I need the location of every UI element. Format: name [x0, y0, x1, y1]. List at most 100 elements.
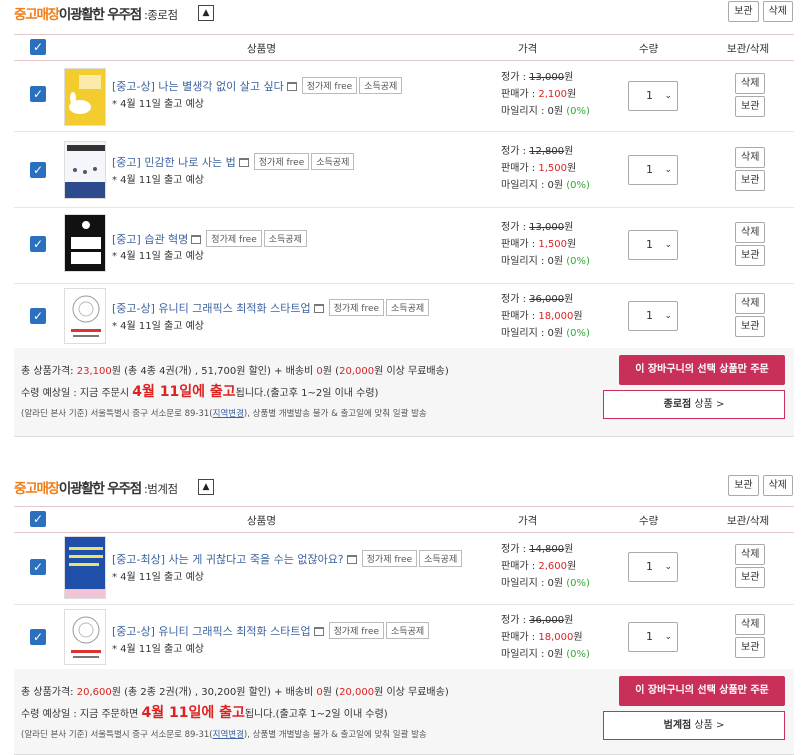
section-header: 중고매장이광활한 우주점:범계점 ▲ 보관 삭제 [0, 474, 802, 504]
item-checkbox[interactable]: ✓ [30, 308, 46, 324]
price-info: 정가 : 36,000원 판매가 : 18,000원 마일리지 : 0원 (0%… [501, 615, 590, 660]
table-row: ✓ [중고-상] 유니티 그래픽스 최적화 스타트업 정가제 free 소득공제 *… [14, 284, 794, 348]
keep-all-button[interactable]: 보관 [728, 475, 759, 496]
col-qty: 수량 [639, 515, 659, 527]
list-price: 14,800 [529, 544, 565, 555]
chevron-down-icon: ⌄ [664, 91, 672, 101]
delivery-line: 수령 예상일 : 지금 주문시 4월 11일에 출고됩니다.(출고후 1~2일 … [21, 384, 379, 400]
price-info: 정가 : 12,800원 판매가 : 1,500원 마일리지 : 0원 (0%) [501, 146, 590, 191]
keep-item-button[interactable]: 보관 [735, 567, 766, 588]
keep-item-button[interactable]: 보관 [735, 96, 766, 117]
address-line: (알라딘 본사 기준) 서울특별시 중구 서소문로 89-31(지역변경), 상… [21, 409, 427, 419]
store-products-button[interactable]: 범계점 상품 > [603, 711, 785, 740]
delete-item-button[interactable]: 삭제 [735, 73, 766, 94]
quantity-select[interactable]: 1 ⌄ [628, 230, 678, 260]
keep-item-button[interactable]: 보관 [735, 245, 766, 266]
chevron-down-icon: ⌄ [664, 632, 672, 642]
table-row: ✓ [중고] 습관 혁명 정가제 free 소득공제 * 4월 11일 출고 예상 … [14, 208, 794, 284]
change-region-link[interactable]: 지역변경 [213, 409, 244, 419]
order-summary: 총 상품가격: 20,600원 (총 2종 2권(개) , 30,200원 할인… [14, 669, 794, 755]
book-cover[interactable] [64, 288, 106, 344]
chevron-down-icon: ⌄ [664, 562, 672, 572]
store-title: 중고매장이광활한 우주점:종로점 [14, 3, 178, 23]
brand-name: 이광활한 우주점 [58, 7, 142, 23]
order-selected-button[interactable]: 이 장바구니의 선택 상품만 주문 [619, 355, 785, 385]
item-checkbox[interactable]: ✓ [30, 86, 46, 102]
store-products-button[interactable]: 종로점 상품 > [603, 390, 785, 419]
quantity-select[interactable]: 1 ⌄ [628, 81, 678, 111]
chevron-down-icon: ⌄ [664, 311, 672, 321]
ship-estimate: * 4월 11일 출고 예상 [112, 251, 205, 262]
order-selected-button[interactable]: 이 장바구니의 선택 상품만 주문 [619, 676, 785, 706]
table-row: ✓ [중고-상] 유니티 그래픽스 최적화 스타트업 정가제 free 소득공제 *… [14, 605, 794, 669]
item-title-link[interactable]: [중고-상] 나는 별생각 없이 살고 싶다 정가제 free 소득공제 [112, 77, 403, 94]
change-region-link[interactable]: 지역변경 [213, 730, 244, 740]
book-cover[interactable] [64, 141, 106, 199]
col-qty: 수량 [639, 43, 659, 55]
store-section-beomgye: 중고매장이광활한 우주점:범계점 ▲ 보관 삭제 ✓ 상품명 가격 수량 보관/… [0, 474, 802, 755]
list-price: 36,000 [529, 294, 565, 305]
item-title-link[interactable]: [중고] 민감한 나로 사는 법 정가제 free 소득공제 [112, 153, 355, 170]
table-header: ✓ 상품명 가격 수량 보관/삭제 [14, 35, 794, 61]
book-cover[interactable] [64, 536, 106, 599]
table-row: ✓ [중고-상] 나는 별생각 없이 살고 싶다 정가제 free 소득공제 * 4… [14, 61, 794, 132]
new-window-icon[interactable] [238, 158, 249, 167]
item-title-link[interactable]: [중고-상] 유니티 그래픽스 최적화 스타트업 정가제 free 소득공제 [112, 622, 430, 639]
delete-item-button[interactable]: 삭제 [735, 222, 766, 243]
new-window-icon[interactable] [346, 555, 357, 564]
keep-item-button[interactable]: 보관 [735, 316, 766, 337]
brand-label: 중고매장 [14, 7, 60, 23]
total-line: 총 상품가격: 20,600원 (총 2종 2권(개) , 30,200원 할인… [21, 687, 449, 698]
quantity-select[interactable]: 1 ⌄ [628, 155, 678, 185]
brand-label: 중고매장 [14, 481, 60, 497]
item-title-link[interactable]: [중고-최상] 사는 게 귀찮다고 죽을 수는 없잖아요? 정가제 free 소득공… [112, 550, 463, 567]
new-window-icon[interactable] [313, 304, 324, 313]
keep-item-button[interactable]: 보관 [735, 170, 766, 191]
sale-price: 1,500 [538, 163, 567, 174]
keep-item-button[interactable]: 보관 [735, 637, 766, 658]
list-price: 13,000 [529, 72, 565, 83]
delete-all-button[interactable]: 삭제 [762, 1, 793, 22]
ship-estimate: * 4월 11일 출고 예상 [112, 321, 205, 332]
book-cover[interactable] [64, 68, 106, 126]
item-checkbox[interactable]: ✓ [30, 629, 46, 645]
store-section-jongro: 중고매장이광활한 우주점:종로점 ▲ 보관 삭제 ✓ 상품명 가격 수량 보관/… [0, 0, 802, 440]
item-checkbox[interactable]: ✓ [30, 559, 46, 575]
item-title-link[interactable]: [중고] 습관 혁명 정가제 free 소득공제 [112, 230, 307, 247]
collapse-toggle-icon[interactable]: ▲ [198, 5, 214, 21]
table-row: ✓ [중고-최상] 사는 게 귀찮다고 죽을 수는 없잖아요? 정가제 free 소… [14, 533, 794, 605]
list-price: 36,000 [529, 615, 565, 626]
col-action: 보관/삭제 [727, 515, 770, 527]
delete-item-button[interactable]: 삭제 [735, 544, 766, 565]
price-info: 정가 : 14,800원 판매가 : 2,600원 마일리지 : 0원 (0%) [501, 544, 590, 589]
select-all-checkbox[interactable]: ✓ [30, 511, 46, 527]
collapse-toggle-icon[interactable]: ▲ [198, 479, 214, 495]
sale-price: 18,000 [538, 632, 574, 643]
delivery-line: 수령 예상일 : 지금 주문하면 4월 11일에 출고됩니다.(출고후 1~2일… [21, 705, 388, 721]
keep-all-button[interactable]: 보관 [728, 1, 759, 22]
delete-all-button[interactable]: 삭제 [762, 475, 793, 496]
book-cover[interactable] [64, 609, 106, 665]
quantity-select[interactable]: 1 ⌄ [628, 301, 678, 331]
quantity-select[interactable]: 1 ⌄ [628, 622, 678, 652]
new-window-icon[interactable] [286, 82, 297, 91]
new-window-icon[interactable] [313, 627, 324, 636]
select-all-checkbox[interactable]: ✓ [30, 39, 46, 55]
item-checkbox[interactable]: ✓ [30, 162, 46, 178]
col-price: 가격 [518, 43, 538, 55]
item-title-link[interactable]: [중고-상] 유니티 그래픽스 최적화 스타트업 정가제 free 소득공제 [112, 299, 430, 316]
tag-tax-deduction: 소득공제 [263, 230, 307, 247]
delete-item-button[interactable]: 삭제 [735, 147, 766, 168]
delete-item-button[interactable]: 삭제 [735, 293, 766, 314]
delete-item-button[interactable]: 삭제 [735, 614, 766, 635]
quantity-select[interactable]: 1 ⌄ [628, 552, 678, 582]
branch-name: :종로점 [143, 8, 178, 22]
item-checkbox[interactable]: ✓ [30, 236, 46, 252]
brand-name: 이광활한 우주점 [58, 481, 142, 497]
list-price: 13,000 [529, 222, 565, 233]
ship-estimate: * 4월 11일 출고 예상 [112, 572, 205, 583]
section-header: 중고매장이광활한 우주점:종로점 ▲ 보관 삭제 [0, 0, 802, 30]
price-info: 정가 : 36,000원 판매가 : 18,000원 마일리지 : 0원 (0%… [501, 294, 590, 339]
book-cover[interactable] [64, 214, 106, 272]
new-window-icon[interactable] [191, 235, 202, 244]
